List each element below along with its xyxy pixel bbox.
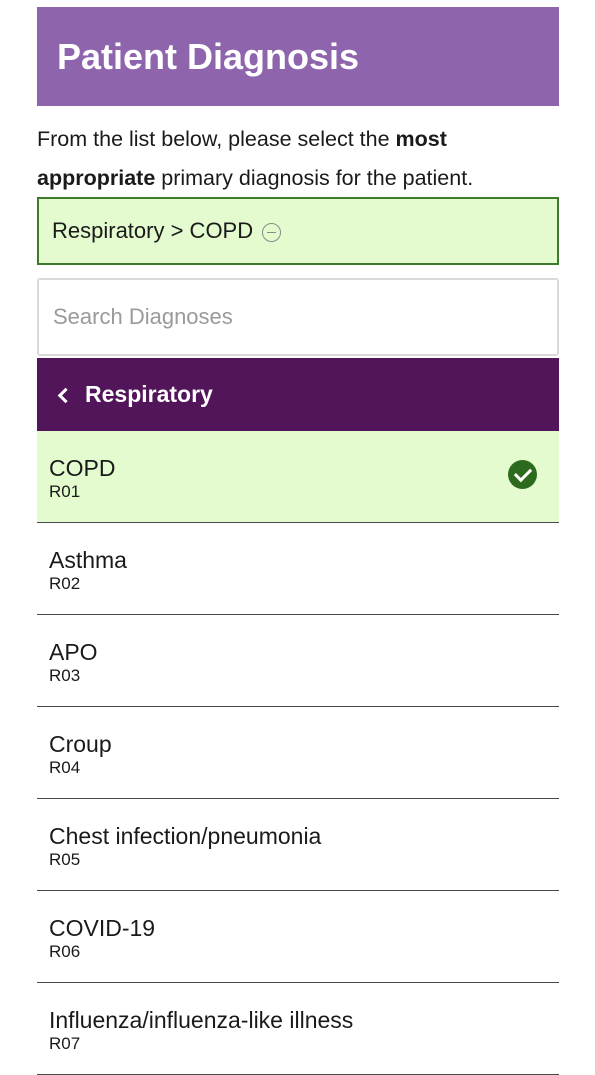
diagnosis-name: Croup xyxy=(49,731,112,757)
page-title: Patient Diagnosis xyxy=(57,35,360,77)
instructions-text: From the list below, please select the m… xyxy=(37,127,474,190)
diagnosis-item-influenza[interactable]: Influenza/influenza-like illness R07 xyxy=(37,983,559,1075)
diagnosis-code: R07 xyxy=(49,1034,81,1053)
diagnosis-code: R06 xyxy=(49,942,81,961)
diagnosis-name: COVID-19 xyxy=(49,915,156,941)
diagnosis-code: R03 xyxy=(49,666,81,685)
diagnosis-code: R01 xyxy=(49,482,81,501)
chevron-left-icon xyxy=(57,387,74,403)
minus-circle-icon[interactable] xyxy=(262,223,282,242)
checkmark-circle-icon xyxy=(508,460,537,489)
category-back-button[interactable]: Respiratory xyxy=(37,358,559,431)
diagnosis-list: COPD R01 Asthma R02 APO R03 Croup R04 Ch… xyxy=(37,431,559,1075)
diagnosis-name: Chest infection/pneumonia xyxy=(49,823,322,849)
diagnosis-item-copd[interactable]: COPD R01 xyxy=(37,431,559,523)
page-header: Patient Diagnosis xyxy=(37,7,559,106)
diagnosis-item-asthma[interactable]: Asthma R02 xyxy=(37,523,559,615)
diagnosis-item-croup[interactable]: Croup R04 xyxy=(37,707,559,799)
selected-diagnosis-path: Respiratory > COPD xyxy=(52,218,254,243)
search-input[interactable] xyxy=(37,278,559,356)
diagnosis-item-covid-19[interactable]: COVID-19 R06 xyxy=(37,891,559,983)
category-label: Respiratory xyxy=(85,381,213,407)
diagnosis-name: COPD xyxy=(49,455,116,481)
diagnosis-code: R05 xyxy=(49,850,81,869)
diagnosis-code: R04 xyxy=(49,758,81,777)
diagnosis-code: R02 xyxy=(49,574,81,593)
diagnosis-item-apo[interactable]: APO R03 xyxy=(37,615,559,707)
diagnosis-item-chest-infection[interactable]: Chest infection/pneumonia R05 xyxy=(37,799,559,891)
diagnosis-name: Influenza/influenza-like illness xyxy=(49,1007,354,1033)
diagnosis-name: Asthma xyxy=(49,547,127,573)
selected-diagnosis-box: Respiratory > COPD xyxy=(37,197,559,265)
diagnosis-name: APO xyxy=(49,639,98,665)
